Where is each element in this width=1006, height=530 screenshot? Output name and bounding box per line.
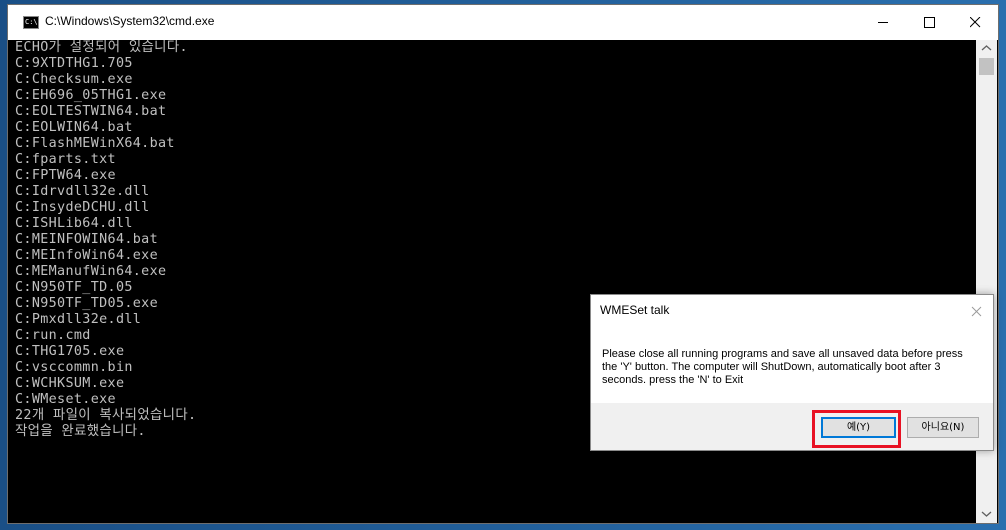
scroll-up-arrow[interactable] [976, 40, 997, 57]
window-title: C:\Windows\System32\cmd.exe [45, 14, 215, 28]
close-icon [971, 306, 982, 317]
dialog-title: WMESet talk [600, 303, 670, 317]
minimize-icon [878, 22, 888, 23]
console-line: C:Idrvdll32e.dll [15, 184, 150, 199]
console-line: C:EH696_05THG1.exe [15, 88, 167, 103]
console-line: C:FlashMEWinX64.bat [15, 136, 175, 151]
console-line: C:WCHKSUM.exe [15, 376, 125, 391]
maximize-icon [924, 17, 935, 28]
scroll-thumb[interactable] [979, 58, 994, 75]
cmd-app-icon[interactable]: C:\ [23, 16, 39, 29]
maximize-button[interactable] [906, 5, 952, 40]
console-line: C:FPTW64.exe [15, 168, 116, 183]
no-button[interactable]: 아니요(N) [907, 417, 979, 438]
window-titlebar[interactable]: C:\ C:\Windows\System32\cmd.exe [8, 5, 998, 40]
scroll-down-arrow[interactable] [976, 506, 997, 523]
console-line: C:Checksum.exe [15, 72, 133, 87]
close-button[interactable] [952, 5, 998, 40]
console-line: C:MEINFOWIN64.bat [15, 232, 159, 247]
minimize-button[interactable] [860, 5, 906, 40]
console-line: C:EOLWIN64.bat [15, 120, 133, 135]
close-icon [970, 17, 981, 28]
highlight-annotation [812, 410, 901, 448]
console-line: C:fparts.txt [15, 152, 116, 167]
console-line: C:MEManufWin64.exe [15, 264, 167, 279]
console-line: 작업을 완료했습니다. [15, 424, 146, 439]
console-line: 22개 파일이 복사되었습니다. [15, 408, 197, 423]
console-line: C:Pmxdll32e.dll [15, 312, 142, 327]
cmd-app-icon-label: C:\ [25, 18, 38, 26]
console-line: C:EOLTESTWIN64.bat [15, 104, 167, 119]
chevron-down-icon [981, 511, 992, 517]
dialog-close-button[interactable] [965, 301, 987, 321]
console-line: C:run.cmd [15, 328, 91, 343]
chevron-up-icon [981, 45, 992, 51]
console-line: C:ISHLib64.dll [15, 216, 133, 231]
console-line: C:WMeset.exe [15, 392, 116, 407]
console-line: C:9XTDTHG1.705 [15, 56, 133, 71]
console-line: ECHO가 설정되어 있습니다. [15, 40, 188, 55]
console-line: C:InsydeDCHU.dll [15, 200, 150, 215]
console-line: C:MEInfoWin64.exe [15, 248, 159, 263]
message-dialog: WMESet talk Please close all running pro… [590, 294, 994, 451]
console-line: C:N950TF_TD.05 [15, 280, 133, 295]
console-line: C:N950TF_TD05.exe [15, 296, 159, 311]
dialog-message: Please close all running programs and sa… [602, 348, 963, 386]
console-line: C:vsccommn.bin [15, 360, 133, 375]
console-line: C:THG1705.exe [15, 344, 125, 359]
dialog-button-bar: 예(Y) 아니요(N) [591, 403, 993, 450]
